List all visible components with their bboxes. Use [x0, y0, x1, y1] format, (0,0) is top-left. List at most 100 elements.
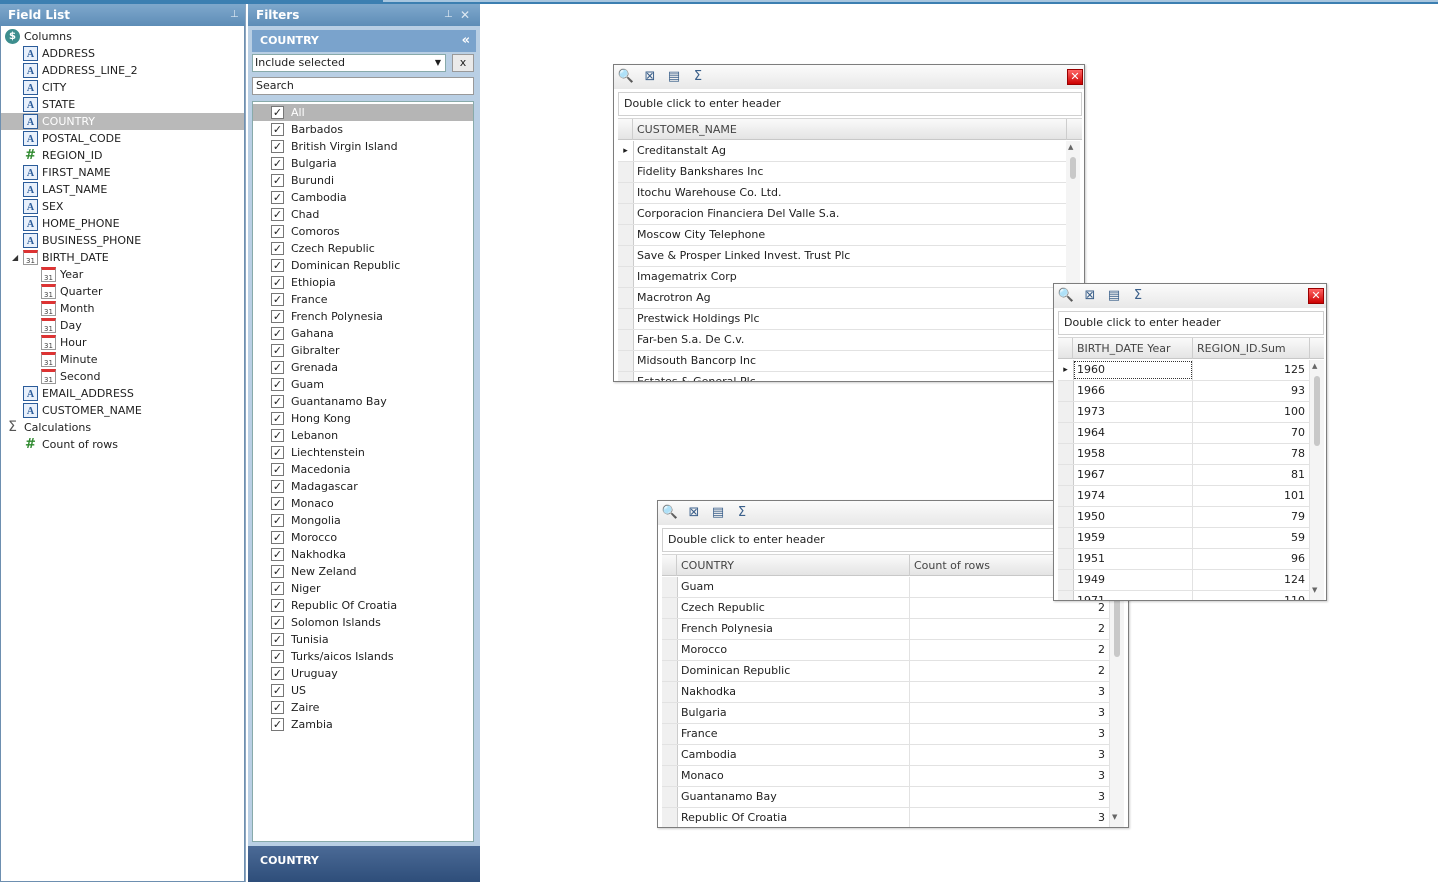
- checkbox-checked-icon[interactable]: ✓: [271, 191, 284, 204]
- table-cell[interactable]: Czech Republic: [677, 598, 910, 618]
- table-cell[interactable]: 1950: [1073, 507, 1193, 527]
- table-cell[interactable]: Monaco: [677, 766, 910, 786]
- field-state[interactable]: A STATE: [1, 96, 244, 113]
- row-indicator[interactable]: [662, 640, 678, 660]
- filter-item[interactable]: ✓ Hong Kong: [253, 410, 473, 427]
- table-row[interactable]: 1959 59: [1058, 528, 1310, 549]
- date-part-minute[interactable]: 31 Minute: [1, 351, 244, 368]
- row-indicator[interactable]: [662, 682, 678, 702]
- filter-item[interactable]: ✓ Cambodia: [253, 189, 473, 206]
- filter-item[interactable]: ✓ New Zeland: [253, 563, 473, 580]
- row-indicator[interactable]: [618, 309, 634, 329]
- table-cell[interactable]: Dominican Republic: [677, 661, 910, 681]
- table-row[interactable]: Save & Prosper Linked Invest. Trust Plc: [618, 246, 1067, 267]
- checkbox-checked-icon[interactable]: ✓: [271, 667, 284, 680]
- filter-item[interactable]: ✓ Macedonia: [253, 461, 473, 478]
- checkbox-checked-icon[interactable]: ✓: [271, 378, 284, 391]
- row-indicator[interactable]: [618, 225, 634, 245]
- checkbox-checked-icon[interactable]: ✓: [271, 718, 284, 731]
- pin-icon[interactable]: ⊥: [230, 4, 239, 26]
- checkbox-checked-icon[interactable]: ✓: [271, 208, 284, 221]
- row-indicator[interactable]: [662, 787, 678, 807]
- zoom-icon[interactable]: 🔍: [1057, 287, 1075, 305]
- checkbox-checked-icon[interactable]: ✓: [271, 463, 284, 476]
- table-row[interactable]: Fidelity Bankshares Inc: [618, 162, 1067, 183]
- table-row[interactable]: 1971 110: [1058, 591, 1310, 600]
- clear-icon[interactable]: ⊠: [641, 68, 659, 86]
- table-cell[interactable]: 78: [1193, 444, 1310, 464]
- row-indicator[interactable]: [662, 766, 678, 786]
- table-cell[interactable]: 1951: [1073, 549, 1193, 569]
- table-cell[interactable]: 59: [1193, 528, 1310, 548]
- row-indicator[interactable]: [662, 661, 678, 681]
- checkbox-checked-icon[interactable]: ✓: [271, 446, 284, 459]
- filter-item[interactable]: ✓ Tunisia: [253, 631, 473, 648]
- table-cell[interactable]: 3: [910, 682, 1110, 702]
- scroll-down-icon[interactable]: ▼: [1312, 586, 1317, 594]
- scroll-up-icon[interactable]: ▲: [1068, 143, 1073, 151]
- checkbox-checked-icon[interactable]: ✓: [271, 259, 284, 272]
- clear-filter-button[interactable]: x: [452, 54, 474, 72]
- column-birth-date-year[interactable]: BIRTH_DATE Year: [1073, 338, 1193, 359]
- checkbox-checked-icon[interactable]: ✓: [271, 140, 284, 153]
- checkbox-checked-icon[interactable]: ✓: [271, 344, 284, 357]
- checkbox-checked-icon[interactable]: ✓: [271, 310, 284, 323]
- checkbox-checked-icon[interactable]: ✓: [271, 106, 284, 119]
- table-cell[interactable]: Cambodia: [677, 745, 910, 765]
- vertical-scrollbar[interactable]: ▼: [1110, 577, 1124, 827]
- checkbox-checked-icon[interactable]: ✓: [271, 395, 284, 408]
- checkbox-checked-icon[interactable]: ✓: [271, 514, 284, 527]
- table-row[interactable]: Midsouth Bancorp Inc: [618, 351, 1067, 372]
- filter-item[interactable]: ✓ Liechtenstein: [253, 444, 473, 461]
- table-cell[interactable]: 101: [1193, 486, 1310, 506]
- filter-item[interactable]: ✓ Republic Of Croatia: [253, 597, 473, 614]
- checkbox-checked-icon[interactable]: ✓: [271, 327, 284, 340]
- table-cell[interactable]: Prestwick Holdings Plc: [633, 309, 1067, 329]
- filter-footer-bar[interactable]: COUNTRY: [248, 846, 480, 882]
- table-row[interactable]: 1964 70: [1058, 423, 1310, 444]
- column-country[interactable]: COUNTRY: [677, 555, 910, 576]
- checkbox-checked-icon[interactable]: ✓: [271, 633, 284, 646]
- table-cell[interactable]: 3: [910, 766, 1110, 786]
- table-row[interactable]: Moscow City Telephone: [618, 225, 1067, 246]
- date-part-second[interactable]: 31 Second: [1, 368, 244, 385]
- date-part-year[interactable]: 31 Year: [1, 266, 244, 283]
- row-indicator[interactable]: [618, 246, 634, 266]
- filter-item[interactable]: ✓ France: [253, 291, 473, 308]
- filter-item[interactable]: ✓ Nakhodka: [253, 546, 473, 563]
- field-email-address[interactable]: A EMAIL_ADDRESS: [1, 385, 244, 402]
- table-row[interactable]: Itochu Warehouse Co. Ltd.: [618, 183, 1067, 204]
- row-indicator[interactable]: [662, 703, 678, 723]
- table-cell[interactable]: 3: [910, 703, 1110, 723]
- row-indicator[interactable]: [618, 372, 634, 381]
- customer-grid-window[interactable]: 🔍 ⊠ ▤ Σ ✕ Double click to enter header C…: [613, 64, 1085, 382]
- row-indicator[interactable]: ▸: [1058, 360, 1074, 380]
- table-cell[interactable]: 2: [910, 619, 1110, 639]
- table-cell[interactable]: 1974: [1073, 486, 1193, 506]
- filter-search-input[interactable]: Search: [252, 77, 474, 95]
- table-row[interactable]: Corporacion Financiera Del Valle S.a.: [618, 204, 1067, 225]
- field-address[interactable]: A ADDRESS: [1, 45, 244, 62]
- table-cell[interactable]: Save & Prosper Linked Invest. Trust Plc: [633, 246, 1067, 266]
- table-row[interactable]: Macrotron Ag: [618, 288, 1067, 309]
- table-row[interactable]: Nakhodka 3: [662, 682, 1110, 703]
- filter-item[interactable]: ✓ French Polynesia: [253, 308, 473, 325]
- table-row[interactable]: 1958 78: [1058, 444, 1310, 465]
- table-cell[interactable]: Midsouth Bancorp Inc: [633, 351, 1067, 371]
- table-row[interactable]: Guam2: [662, 577, 1110, 598]
- field-business-phone[interactable]: A BUSINESS_PHONE: [1, 232, 244, 249]
- column-region-id-sum[interactable]: REGION_ID.Sum: [1193, 338, 1310, 359]
- table-cell[interactable]: 3: [910, 724, 1110, 744]
- scroll-thumb[interactable]: [1314, 376, 1320, 446]
- checkbox-checked-icon[interactable]: ✓: [271, 361, 284, 374]
- table-cell[interactable]: Creditanstalt Ag: [633, 141, 1067, 161]
- checkbox-checked-icon[interactable]: ✓: [271, 616, 284, 629]
- row-indicator[interactable]: [1058, 591, 1074, 600]
- checkbox-checked-icon[interactable]: ✓: [271, 293, 284, 306]
- checkbox-checked-icon[interactable]: ✓: [271, 531, 284, 544]
- field-last-name[interactable]: A LAST_NAME: [1, 181, 244, 198]
- filter-item[interactable]: ✓ Chad: [253, 206, 473, 223]
- filter-item[interactable]: ✓ British Virgin Island: [253, 138, 473, 155]
- field-country[interactable]: A COUNTRY: [1, 113, 244, 130]
- scroll-thumb[interactable]: [1070, 157, 1076, 179]
